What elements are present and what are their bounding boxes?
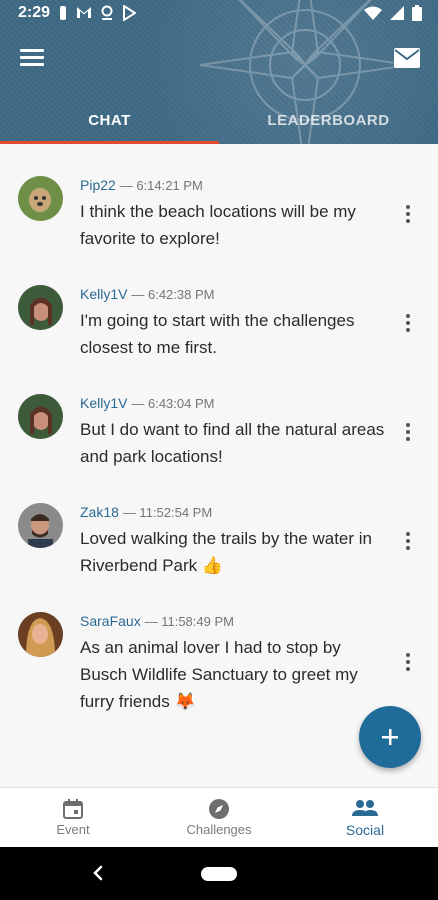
calendar-icon [63, 799, 83, 819]
message-username[interactable]: SaraFaux [80, 613, 141, 629]
message-meta: Zak18 — 11:52:54 PM [80, 504, 212, 520]
back-icon[interactable] [88, 863, 108, 883]
message-text: Loved walking the trails by the water in… [80, 529, 372, 575]
message-text: I'm going to start with the challenges c… [80, 311, 355, 357]
message-username[interactable]: Pip22 [80, 177, 116, 193]
compass-icon [209, 799, 229, 819]
nav-challenges-label: Challenges [186, 822, 252, 837]
location-icon [101, 5, 113, 20]
gmail-icon [77, 7, 91, 18]
nav-event-label: Event [56, 822, 90, 837]
avatar[interactable] [18, 285, 63, 330]
play-store-icon [123, 5, 136, 21]
more-options-icon[interactable] [398, 420, 418, 444]
message-meta: Kelly1V — 6:42:38 PM [80, 286, 214, 302]
message-timestamp: — 6:14:21 PM [119, 178, 203, 193]
add-post-button[interactable] [359, 706, 421, 768]
more-options-icon[interactable] [398, 202, 418, 226]
more-options-icon[interactable] [398, 311, 418, 335]
message-username[interactable]: Zak18 [80, 504, 119, 520]
tab-leaderboard[interactable]: LEADERBOARD [219, 96, 438, 144]
plus-icon [382, 729, 398, 745]
nav-challenges[interactable]: Challenges [146, 788, 292, 848]
message-meta: Pip22 — 6:14:21 PM [80, 177, 203, 193]
tab-chat[interactable]: CHAT [0, 96, 219, 144]
system-icons [364, 5, 422, 21]
nav-social[interactable]: Social [292, 788, 438, 848]
more-options-icon[interactable] [398, 529, 418, 553]
app-header: 2:29 CHAT LEADERBOARD [0, 0, 438, 144]
home-button[interactable] [201, 867, 237, 881]
message-timestamp: — 11:52:54 PM [122, 505, 213, 520]
message-timestamp: — 6:42:38 PM [131, 287, 215, 302]
menu-icon[interactable] [20, 49, 44, 67]
chat-message-list[interactable]: Pip22 — 6:14:21 PM I think the beach loc… [0, 144, 438, 787]
message-text: But I do want to find all the natural ar… [80, 420, 385, 466]
message-username[interactable]: Kelly1V [80, 395, 127, 411]
alert-icon [60, 6, 66, 20]
message-meta: Kelly1V — 6:43:04 PM [80, 395, 214, 411]
nav-social-label: Social [345, 822, 385, 838]
signal-icon [390, 6, 404, 20]
bottom-navigation: Event Challenges Social [0, 787, 438, 847]
message-text: As an animal lover I had to stop by Busc… [80, 638, 358, 711]
message-timestamp: — 11:58:49 PM [144, 614, 234, 629]
system-navigation-bar [0, 847, 438, 900]
avatar[interactable] [18, 176, 63, 221]
avatar[interactable] [18, 612, 63, 657]
battery-icon [412, 5, 422, 21]
mail-icon[interactable] [394, 48, 420, 68]
avatar[interactable] [18, 394, 63, 439]
message-text: I think the beach locations will be my f… [80, 202, 356, 248]
tab-bar: CHAT LEADERBOARD [0, 96, 438, 144]
nav-event[interactable]: Event [0, 788, 146, 848]
message-meta: SaraFaux — 11:58:49 PM [80, 613, 234, 629]
avatar[interactable] [18, 503, 63, 548]
people-icon [352, 800, 378, 816]
message-username[interactable]: Kelly1V [80, 286, 127, 302]
more-options-icon[interactable] [398, 650, 418, 674]
status-bar: 2:29 [0, 0, 438, 28]
message-timestamp: — 6:43:04 PM [131, 396, 215, 411]
notification-icons [58, 5, 136, 21]
status-time: 2:29 [18, 4, 51, 21]
wifi-icon [364, 6, 382, 20]
